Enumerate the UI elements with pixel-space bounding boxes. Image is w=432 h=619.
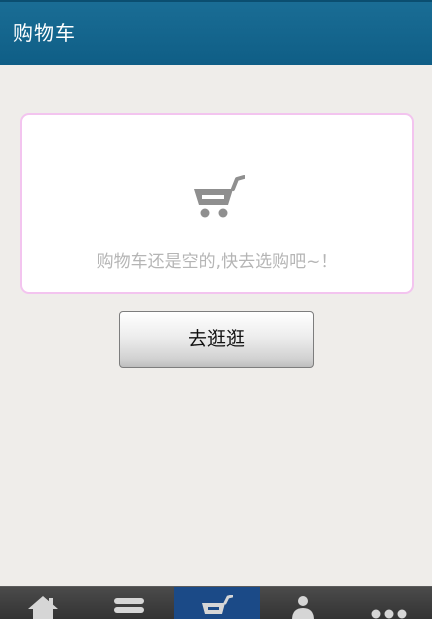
tab-more[interactable] xyxy=(346,587,432,619)
tab-cart[interactable] xyxy=(174,587,260,619)
shopping-cart-icon xyxy=(202,595,233,614)
title-bar: 购物车 xyxy=(0,0,432,65)
cart-screen: 购物车 购物车还是空的,快去选购吧~！ 去逛逛 xyxy=(0,0,432,619)
tab-home[interactable] xyxy=(0,587,86,619)
user-icon xyxy=(292,596,314,619)
page-title: 购物车 xyxy=(13,21,76,45)
more-icon xyxy=(371,609,407,619)
empty-cart-message: 购物车还是空的,快去选购吧~！ xyxy=(96,252,338,272)
shopping-cart-icon xyxy=(194,175,245,218)
tab-user[interactable] xyxy=(260,587,346,619)
category-list-icon xyxy=(114,598,144,613)
tab-category[interactable] xyxy=(86,587,172,619)
home-icon xyxy=(28,596,58,619)
go-shopping-button[interactable]: 去逛逛 xyxy=(119,311,314,368)
empty-cart-panel: 购物车还是空的,快去选购吧~！ xyxy=(20,113,414,294)
bottom-tab-bar xyxy=(0,586,432,619)
